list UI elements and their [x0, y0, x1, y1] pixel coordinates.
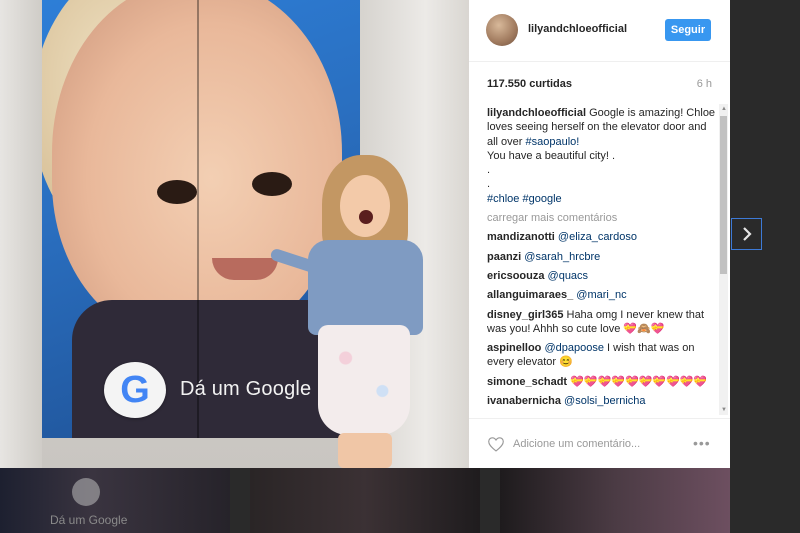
comment-item: ivanabernicha @solsi_bernicha — [487, 394, 717, 408]
more-options-icon[interactable]: ••• — [693, 436, 711, 450]
door-seam — [197, 0, 199, 438]
backdrop-thumbnail[interactable]: Dá um Google — [0, 468, 230, 533]
comment-item: ericsoouza @quacs — [487, 269, 717, 283]
girl-figure — [269, 155, 430, 468]
comment-username[interactable]: allanguimaraes_ — [487, 289, 573, 301]
comment-username[interactable]: paanzi — [487, 251, 521, 263]
scroll-up-icon[interactable]: ▲ — [721, 106, 727, 112]
likes-count[interactable]: 117.550 curtidas — [487, 78, 572, 90]
post-side-panel: lilyandchloeofficial Seguir 117.550 curt… — [469, 0, 730, 468]
google-logo-icon: G — [104, 362, 166, 418]
backdrop-thumbnail[interactable] — [500, 468, 730, 533]
caption: lilyandchloeofficial Google is amazing! … — [487, 107, 716, 205]
load-more-comments-link[interactable]: carregar mais comentários — [487, 211, 717, 225]
comment-username[interactable]: aspinelloo — [487, 342, 541, 354]
comment-bar: ••• — [469, 418, 730, 469]
poster-eye — [252, 172, 292, 196]
post-time[interactable]: 6 h — [697, 78, 712, 90]
mention-link[interactable]: @dpapoose — [544, 342, 604, 354]
scroll-down-icon[interactable]: ▼ — [721, 407, 727, 413]
comment-item: mandizanotti @eliza_cardoso — [487, 230, 717, 244]
follow-button[interactable]: Seguir — [665, 19, 711, 41]
caption-text: You have a beautiful city! . — [487, 149, 616, 162]
hashtag-link[interactable]: #chloe — [487, 193, 519, 205]
heart-icon[interactable] — [487, 436, 505, 452]
photo-overlay-text: Dá um Google — [180, 378, 312, 400]
comment-item: paanzi @sarah_hrcbre — [487, 250, 717, 264]
mention-link[interactable]: @sarah_hrcbre — [524, 251, 600, 263]
comment-username[interactable]: ericsoouza — [487, 270, 544, 282]
mention-link[interactable]: @mari_nc — [576, 289, 626, 301]
poster-eye — [157, 180, 197, 204]
hashtag-link[interactable]: #saopaulo! — [526, 136, 580, 148]
chevron-right-icon — [742, 227, 752, 241]
comment-input[interactable] — [513, 435, 663, 453]
comment-username[interactable]: ivanabernicha — [487, 395, 561, 407]
comment-text: 💝💝💝💝💝💝💝💝💝💝 — [570, 375, 708, 388]
comment-item: disney_girl365 Haha omg I never knew tha… — [487, 308, 717, 337]
mention-link[interactable]: @quacs — [548, 270, 589, 282]
thumbnail-text: Dá um Google — [50, 513, 128, 527]
backdrop-grid: Dá um Google — [0, 468, 800, 533]
comment-item: aspinelloo @dpapoose I wish that was on … — [487, 341, 717, 370]
google-logo-icon — [72, 478, 100, 506]
avatar[interactable] — [486, 14, 518, 46]
comments-list[interactable]: lilyandchloeofficial Google is amazing! … — [487, 106, 717, 414]
comment-username[interactable]: mandizanotti — [487, 231, 555, 243]
mention-link[interactable]: @solsi_bernicha — [564, 395, 646, 407]
username-link[interactable]: lilyandchloeofficial — [528, 23, 627, 35]
hashtag-link[interactable]: #google — [522, 193, 561, 205]
comment-username[interactable]: simone_schadt — [487, 376, 567, 388]
comment-item: allanguimaraes_ @mari_nc — [487, 288, 717, 302]
comment-item: simone_schadt 💝💝💝💝💝💝💝💝💝💝 — [487, 375, 717, 389]
post-photo: G Dá um Google — [0, 0, 469, 468]
marble-wall — [0, 0, 42, 468]
post-header: lilyandchloeofficial Seguir — [469, 0, 730, 62]
comment-username[interactable]: disney_girl365 — [487, 309, 563, 321]
mention-link[interactable]: @eliza_cardoso — [558, 231, 637, 243]
next-post-button[interactable] — [731, 218, 762, 250]
backdrop-thumbnail[interactable] — [250, 468, 480, 533]
scrollbar-thumb[interactable] — [720, 116, 727, 274]
comments-scrollbar[interactable]: ▲ ▼ — [719, 104, 728, 415]
caption-username[interactable]: lilyandchloeofficial — [487, 107, 586, 119]
